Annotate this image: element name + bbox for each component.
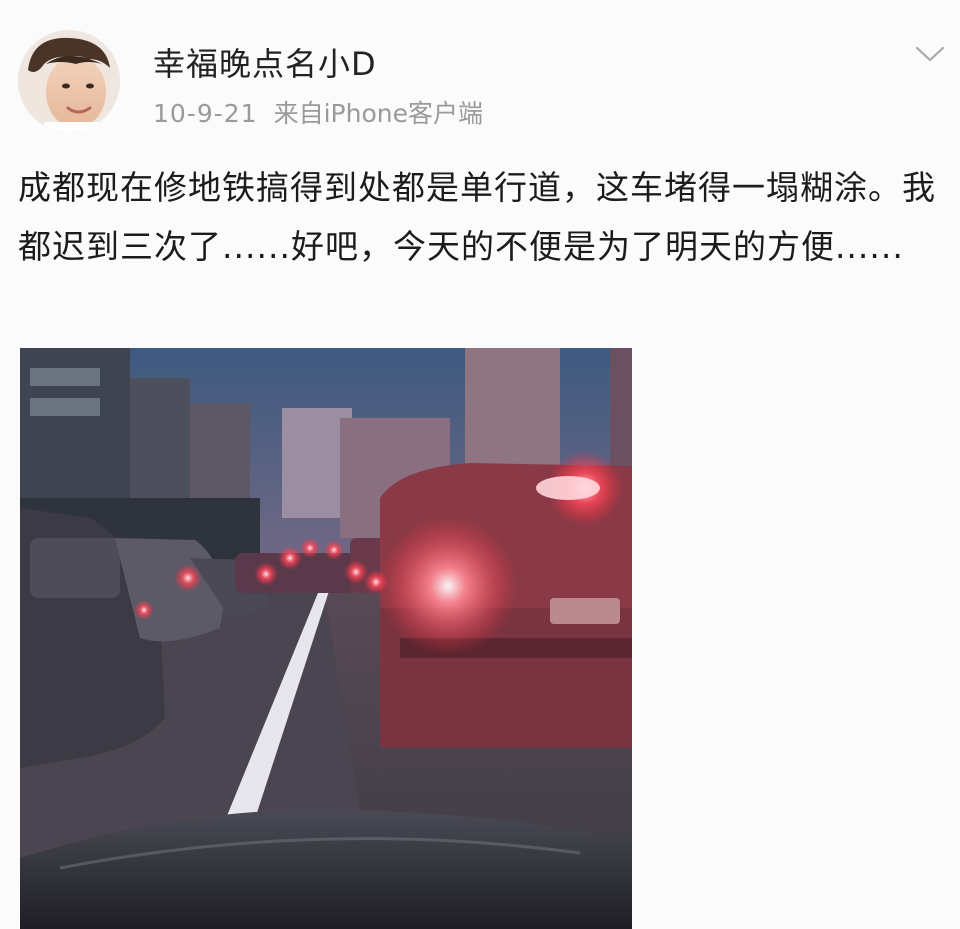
avatar-portrait-icon: [18, 30, 120, 132]
post-menu-button[interactable]: [908, 36, 952, 72]
weibo-post: 幸福晚点名小D 10-9-21 来自iPhone客户端 成都现在修地铁搞得到处都是…: [0, 0, 960, 929]
post-date: 10-9-21: [153, 99, 258, 128]
chevron-down-icon: [915, 46, 945, 62]
post-photo[interactable]: [20, 348, 632, 929]
post-text: 成都现在修地铁搞得到处都是单行道，这车堵得一塌糊涂。我都迟到三次了......好…: [18, 168, 936, 266]
post-source[interactable]: 来自iPhone客户端: [274, 99, 483, 128]
author-name[interactable]: 幸福晚点名小D: [153, 44, 377, 84]
post-meta: 10-9-21 来自iPhone客户端: [153, 98, 483, 130]
traffic-jam-photo: [20, 348, 632, 929]
author-avatar[interactable]: [18, 30, 120, 132]
